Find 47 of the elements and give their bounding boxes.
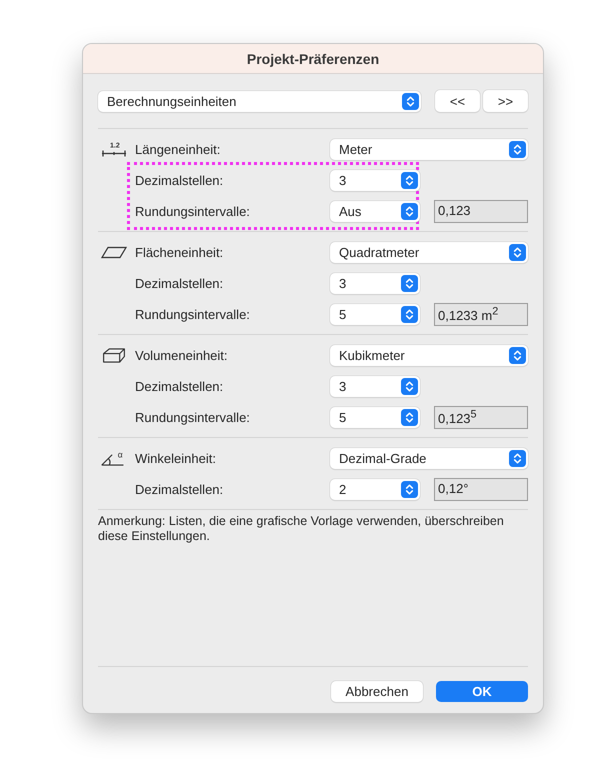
nav-button[interactable]: >> (483, 90, 528, 112)
field-label: Volumeneinheit: (135, 348, 228, 363)
page-dropdown[interactable]: Berechnungseinheiten (98, 90, 421, 112)
stepper-icon (509, 244, 526, 261)
stepper-icon (509, 450, 526, 467)
preview-field: 0,12° (434, 478, 528, 501)
window-title: Projekt-Präferenzen (246, 50, 380, 66)
preview-field: 0,123 (434, 200, 528, 223)
note-text: Anmerkung: Listen, die eine grafische Vorlage verwenden, überschreiben diese Einstellungen. (98, 513, 505, 544)
stepper-icon (401, 409, 418, 426)
value-dropdown[interactable]: 3 (330, 170, 420, 191)
stepper-icon (509, 141, 526, 158)
preview-field: 0,123$^{5}$ (434, 406, 528, 429)
value-dropdown[interactable]: 3 (330, 376, 420, 397)
value-dropdown[interactable]: 5 (330, 407, 420, 428)
field-label: Längeneinheit: (135, 142, 220, 157)
ok-button[interactable]: OK (436, 681, 528, 702)
stepper-icon (401, 306, 418, 323)
nav-button[interactable]: << (435, 90, 480, 112)
stepper-icon (509, 347, 526, 364)
box-icon (100, 347, 128, 364)
cancel-button[interactable]: Abbrechen (331, 681, 423, 702)
unit-dropdown[interactable]: Kubikmeter (330, 345, 528, 366)
field-label: Rundungsintervalle: (135, 410, 250, 425)
stepper-icon (401, 275, 418, 292)
unit-dropdown[interactable]: Meter (330, 139, 528, 160)
stepper-icon (401, 481, 418, 498)
value-dropdown[interactable]: 5 (330, 304, 420, 325)
field-label: Dezimalstellen: (135, 482, 224, 497)
stepper-icon (401, 172, 418, 189)
field-label: Rundungsintervalle: (135, 307, 250, 322)
stepper-icon (401, 203, 418, 220)
preview-field: 0,1233 m$^{2}$ (434, 303, 528, 326)
value-dropdown[interactable]: Aus (330, 201, 420, 222)
stepper-icon (402, 92, 419, 110)
value-dropdown[interactable]: 2 (330, 479, 420, 500)
field-label: Dezimalstellen: (135, 379, 224, 394)
field-label: Dezimalstellen: (135, 276, 224, 291)
field-label: Rundungsintervalle: (135, 204, 250, 219)
value-dropdown[interactable]: 3 (330, 273, 420, 294)
unit-dropdown[interactable]: Quadratmeter (330, 242, 528, 263)
unit-dropdown[interactable]: Dezimal-Grade (330, 448, 528, 469)
stepper-icon (401, 378, 418, 395)
field-label: Flächeneinheit: (135, 245, 224, 260)
field-label: Winkeleinheit: (135, 451, 216, 466)
parallelogram-icon (100, 244, 128, 261)
field-label: Dezimalstellen: (135, 173, 224, 188)
